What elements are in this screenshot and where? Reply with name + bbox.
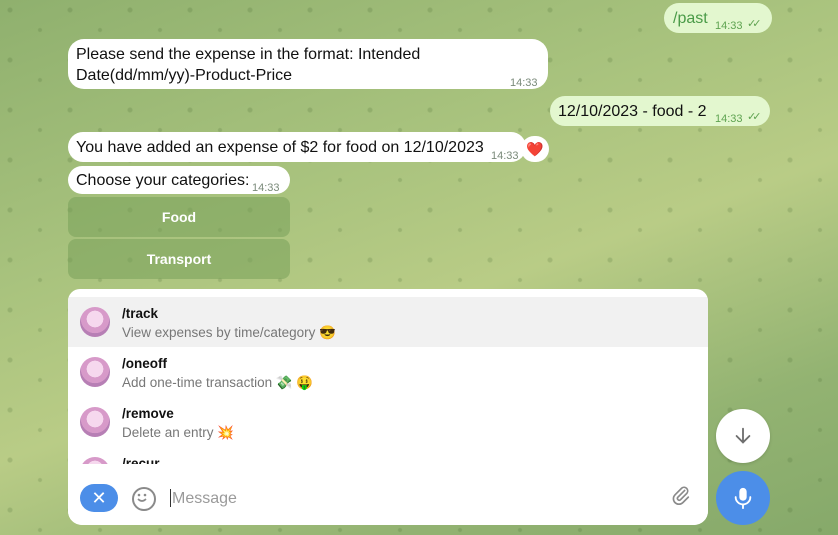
command-name: /track — [122, 306, 159, 321]
paperclip-icon[interactable] — [670, 484, 692, 512]
smile-icon[interactable] — [132, 487, 156, 511]
scroll-down-button[interactable] — [716, 409, 770, 463]
heart-icon: ❤️ — [526, 140, 544, 157]
message-text: Please send the expense in the format: I… — [76, 46, 421, 84]
message-time: 14:33 — [715, 113, 743, 125]
microphone-icon — [734, 487, 752, 509]
message-time: 14:33 — [252, 182, 280, 194]
keyboard-button-food[interactable]: Food — [68, 197, 290, 237]
bot-avatar — [80, 307, 110, 337]
reaction-heart[interactable]: ❤️ — [521, 136, 549, 162]
incoming-message[interactable]: Please send the expense in the format: I… — [68, 39, 548, 89]
command-name: /remove — [122, 406, 174, 421]
command-name: /oneoff — [122, 356, 167, 371]
message-text: Choose your categories: — [76, 172, 250, 189]
command-suggestions-panel: /track View expenses by time/category 😎 … — [68, 289, 708, 525]
message-text: 12/10/2023 - food - 2 — [558, 103, 707, 120]
message-time: 14:33 — [510, 77, 538, 89]
message-input[interactable] — [170, 486, 654, 512]
bot-avatar — [80, 357, 110, 387]
bot-avatar — [80, 407, 110, 437]
read-checkmarks-icon: ✓✓ — [747, 111, 762, 123]
command-item-remove[interactable]: /remove Delete an entry 💥 — [68, 397, 708, 447]
command-description: View expenses by time/category 😎 — [122, 325, 336, 340]
message-composer: ✕ — [68, 464, 708, 525]
outgoing-message[interactable]: /past 14:33 ✓✓ — [664, 3, 772, 33]
command-description: Add one-time transaction 💸 🤑 — [122, 375, 314, 390]
keyboard-button-transport[interactable]: Transport — [68, 239, 290, 279]
read-checkmarks-icon: ✓✓ — [747, 18, 762, 30]
message-time: 14:33 — [491, 150, 519, 162]
command-item-oneoff[interactable]: /oneoff Add one-time transaction 💸 🤑 — [68, 347, 708, 397]
outgoing-message[interactable]: 12/10/2023 - food - 2 14:33 ✓✓ — [550, 96, 770, 126]
incoming-message[interactable]: You have added an expense of $2 for food… — [68, 132, 526, 162]
close-icon[interactable]: ✕ — [80, 484, 118, 512]
incoming-message[interactable]: Choose your categories: 14:33 — [68, 166, 290, 194]
command-description: Delete an entry 💥 — [122, 425, 235, 440]
message-text: You have added an expense of $2 for food… — [76, 139, 484, 156]
text-caret — [170, 489, 171, 507]
arrow-down-icon — [735, 427, 751, 444]
voice-record-button[interactable] — [716, 471, 770, 525]
message-text: /past — [673, 10, 708, 27]
command-item-track[interactable]: /track View expenses by time/category 😎 — [68, 297, 708, 347]
message-time: 14:33 — [715, 20, 743, 32]
